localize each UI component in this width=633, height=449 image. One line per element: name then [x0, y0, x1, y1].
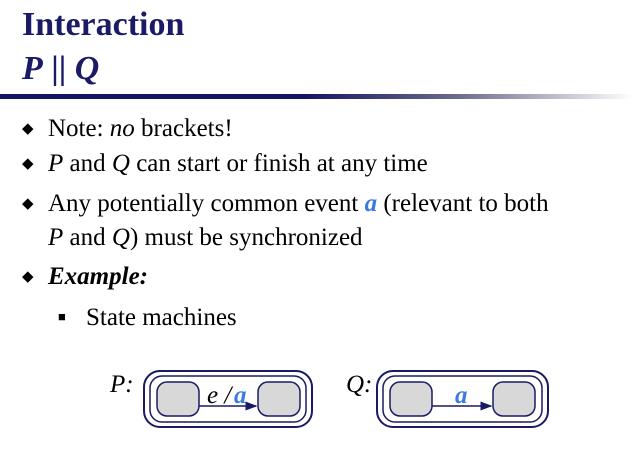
- state-machine-diagram: P: e / a Q: a: [109, 370, 549, 428]
- q-state-2: [492, 381, 536, 417]
- q-transition-event: a: [455, 382, 468, 409]
- p-machine-label: P:: [109, 371, 134, 398]
- p-state-1: [156, 381, 200, 417]
- p-transition-event: e /: [207, 382, 233, 409]
- p-state-2: [257, 381, 301, 417]
- p-transition-action: a: [234, 382, 247, 409]
- q-state-1: [389, 381, 433, 417]
- q-machine-label: Q:: [346, 371, 372, 398]
